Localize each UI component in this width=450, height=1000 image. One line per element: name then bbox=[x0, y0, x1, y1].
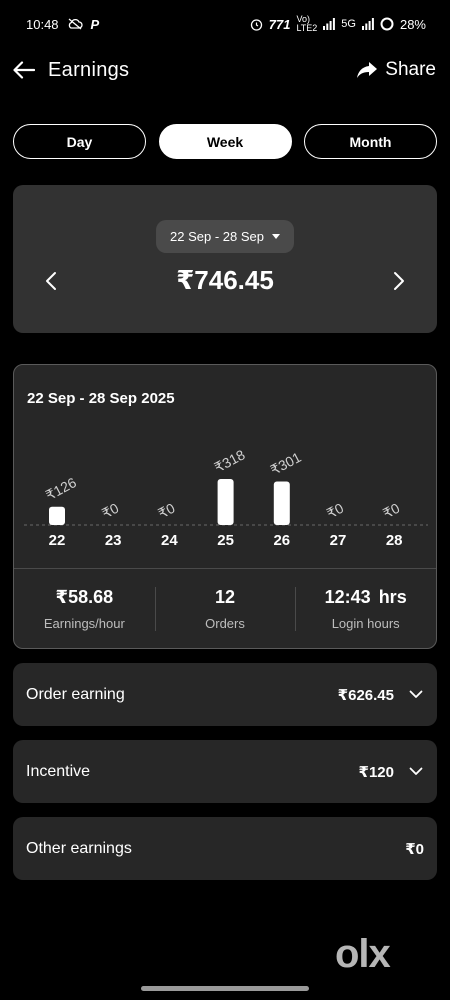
period-tabs: Day Week Month bbox=[13, 124, 437, 159]
bar-value-label: ₹0 bbox=[99, 500, 121, 522]
row-right: ₹0 bbox=[405, 840, 424, 858]
order-earning-row[interactable]: Order earning ₹626.45 bbox=[13, 663, 437, 726]
status-bar: 10:48 P 771 Vo) LTE2 5G 28% bbox=[0, 0, 450, 48]
stats-row: ₹58.68 Earnings/hour 12 Orders 12:43 hrs … bbox=[14, 569, 436, 648]
parking-icon: P bbox=[90, 16, 100, 32]
row-label: Other earnings bbox=[26, 839, 132, 857]
chart-bar[interactable] bbox=[217, 479, 234, 525]
chevron-down-icon[interactable] bbox=[408, 687, 424, 703]
share-button[interactable]: Share bbox=[357, 59, 436, 81]
stat-label: Login hours bbox=[331, 616, 400, 631]
status-left: 10:48 P bbox=[26, 17, 99, 32]
signal-2-icon bbox=[361, 18, 374, 30]
share-icon bbox=[357, 62, 378, 78]
tab-month[interactable]: Month bbox=[304, 124, 437, 159]
total-earnings: ₹746.45 bbox=[176, 265, 274, 295]
row-right: ₹120 bbox=[359, 763, 424, 781]
status-right: 771 Vo) LTE2 5G 28% bbox=[250, 15, 426, 33]
tab-week[interactable]: Week bbox=[158, 124, 292, 159]
next-week-button[interactable] bbox=[387, 267, 411, 295]
battery-percent: 28% bbox=[399, 16, 426, 32]
incentive-row[interactable]: Incentive ₹120 bbox=[13, 740, 437, 803]
chevron-down-icon[interactable] bbox=[408, 764, 424, 780]
stat-value: ₹58.68 bbox=[56, 587, 114, 608]
status-time: 10:48 bbox=[26, 16, 59, 32]
x-tick-label: 27 bbox=[330, 532, 347, 549]
weekly-chart-card: 22 Sep - 28 Sep 2025 ₹126 22 ₹0 23 ₹0 24 ₹318 2… bbox=[13, 364, 437, 649]
bar-value-label: ₹318 bbox=[211, 446, 247, 475]
cloud-off-icon bbox=[68, 18, 83, 30]
back-button[interactable] bbox=[12, 58, 36, 82]
signal-icon bbox=[323, 18, 336, 30]
row-label: Incentive bbox=[26, 762, 91, 780]
earnings-bar-chart: ₹126 22 ₹0 23 ₹0 24 ₹318 25 ₹301 26 ₹0 27 ₹0 28 bbox=[24, 446, 428, 549]
x-tick-label: 28 bbox=[386, 532, 403, 549]
carrier-icon: 771 bbox=[268, 16, 291, 32]
stat-value: 12 bbox=[215, 587, 235, 608]
arrow-left-icon bbox=[13, 61, 35, 79]
stat-unit: hrs bbox=[378, 587, 407, 607]
stat-login-hours: 12:43 hrs Login hours bbox=[295, 569, 436, 648]
row-label: Order earning bbox=[26, 685, 125, 703]
earnings-summary-card: 22 Sep - 28 Sep ₹746.45 bbox=[13, 185, 437, 333]
other-earnings-row: Other earnings ₹0 bbox=[13, 817, 437, 880]
stat-number: 12 bbox=[214, 587, 236, 607]
bar-value-label: ₹0 bbox=[324, 500, 346, 522]
chevron-right-icon bbox=[394, 272, 404, 290]
bar-value-label: ₹0 bbox=[155, 500, 177, 522]
row-amount: ₹120 bbox=[358, 763, 394, 781]
bar-value-label: ₹301 bbox=[268, 449, 304, 478]
app-header: Earnings Share bbox=[0, 48, 450, 92]
network-type: 5G bbox=[341, 18, 356, 30]
chart-bar[interactable] bbox=[273, 481, 290, 525]
stat-value: 12:43 hrs bbox=[325, 587, 407, 608]
home-indicator bbox=[141, 986, 309, 991]
stat-earnings-per-hour: ₹58.68 Earnings/hour bbox=[14, 569, 155, 648]
x-tick-label: 23 bbox=[105, 532, 122, 549]
date-range-label: 22 Sep - 28 Sep bbox=[170, 229, 264, 244]
row-amount: ₹626.45 bbox=[337, 686, 394, 704]
x-tick-label: 24 bbox=[161, 532, 178, 549]
bar-value-label: ₹126 bbox=[43, 474, 79, 503]
stat-label: Orders bbox=[205, 616, 245, 631]
share-label: Share bbox=[385, 59, 436, 80]
stat-number: ₹58.68 bbox=[55, 587, 114, 607]
stat-label: Earnings/hour bbox=[43, 616, 125, 631]
volte-icon: Vo) LTE2 bbox=[296, 14, 318, 33]
tab-day[interactable]: Day bbox=[13, 124, 146, 159]
x-tick-label: 22 bbox=[49, 532, 66, 549]
chart-bar[interactable] bbox=[49, 506, 65, 525]
row-right: ₹626.45 bbox=[338, 686, 424, 704]
alarm-icon bbox=[250, 18, 262, 31]
header-left: Earnings bbox=[12, 58, 129, 82]
olx-watermark-logo: olx bbox=[335, 932, 391, 976]
bar-value-label: ₹0 bbox=[380, 500, 402, 522]
stat-number: 12:43 bbox=[324, 587, 371, 607]
page-title: Earnings bbox=[48, 58, 130, 81]
date-range-selector[interactable]: 22 Sep - 28 Sep bbox=[156, 220, 294, 253]
x-tick-label: 26 bbox=[273, 532, 290, 549]
caret-down-icon bbox=[271, 234, 280, 239]
battery-icon bbox=[380, 17, 394, 31]
x-tick-label: 25 bbox=[217, 532, 234, 549]
row-amount: ₹0 bbox=[405, 840, 424, 858]
stat-orders: 12 Orders bbox=[154, 569, 296, 648]
